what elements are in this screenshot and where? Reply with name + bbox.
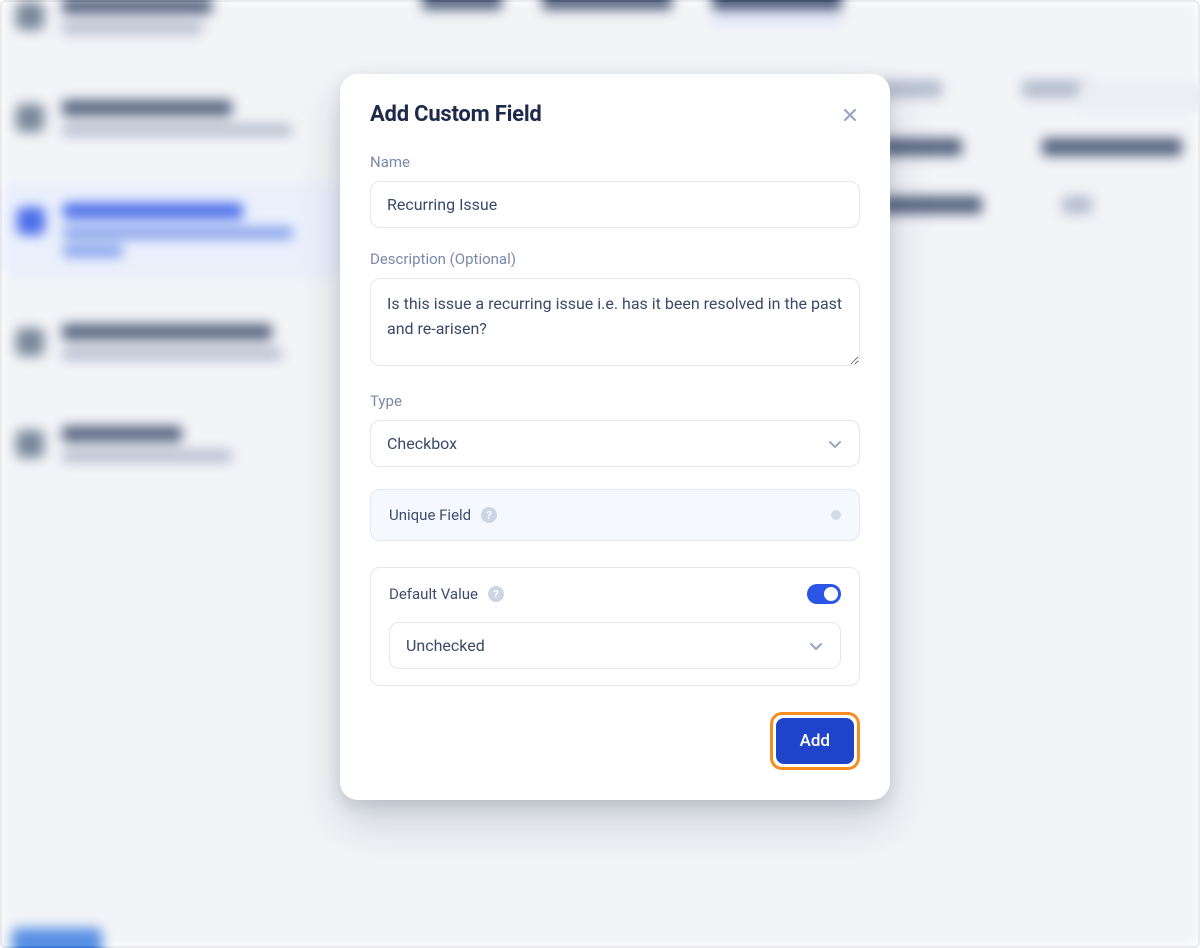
- name-label: Name: [370, 153, 860, 171]
- help-icon[interactable]: ?: [488, 586, 504, 602]
- default-value-toggle[interactable]: [807, 584, 841, 604]
- chevron-down-icon: [827, 436, 843, 452]
- default-value-panel: Default Value ? Unchecked: [370, 567, 860, 686]
- default-value-select[interactable]: Unchecked: [389, 622, 841, 669]
- unique-field-label: Unique Field: [389, 506, 471, 524]
- unique-field-panel: Unique Field ?: [370, 489, 860, 541]
- name-input[interactable]: [370, 181, 860, 228]
- type-label: Type: [370, 392, 860, 410]
- add-button-highlight: Add: [770, 712, 860, 770]
- add-button[interactable]: Add: [776, 718, 854, 764]
- add-custom-field-modal: Add Custom Field Name Description (Optio…: [340, 74, 890, 800]
- close-button[interactable]: [840, 105, 860, 125]
- default-value-select-value: Unchecked: [406, 636, 485, 655]
- name-group: Name: [370, 153, 860, 228]
- description-textarea[interactable]: [370, 278, 860, 366]
- chevron-down-icon: [808, 638, 824, 654]
- default-value-label: Default Value: [389, 585, 478, 603]
- modal-title: Add Custom Field: [370, 102, 542, 127]
- close-icon: [842, 107, 858, 123]
- unique-field-status-indicator: [831, 510, 841, 520]
- description-label: Description (Optional): [370, 250, 860, 268]
- type-select-value: Checkbox: [387, 434, 457, 453]
- type-select[interactable]: Checkbox: [370, 420, 860, 467]
- description-group: Description (Optional): [370, 250, 860, 370]
- type-group: Type Checkbox: [370, 392, 860, 467]
- help-icon[interactable]: ?: [481, 507, 497, 523]
